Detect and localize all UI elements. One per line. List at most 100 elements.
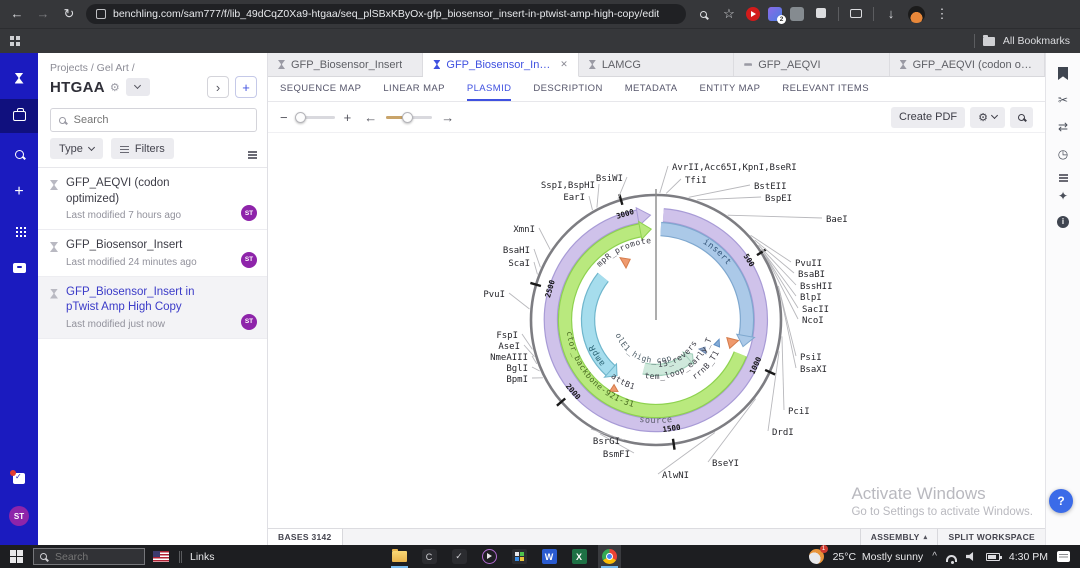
enzyme-label-BstEII[interactable]: BstEII — [754, 182, 787, 192]
feature-arrow-primer-right[interactable] — [726, 336, 740, 350]
type-dropdown[interactable]: Type — [50, 138, 103, 159]
sparkle-icon[interactable]: ✦ — [1058, 189, 1068, 203]
excel-button[interactable]: X — [571, 548, 588, 565]
file-title[interactable]: GFP_AEQVI (codon optimized) — [66, 176, 214, 207]
plasmid-map[interactable]: sourceinsertvector_backbone-921-3142ampR… — [268, 133, 1045, 528]
enzyme-label-AseI[interactable]: AseI — [498, 342, 520, 352]
document-tab-2[interactable]: GFP_Biosensor_Insert in pT... ✕ — [423, 53, 579, 77]
weather-icon[interactable] — [808, 545, 828, 564]
chrome-button[interactable] — [600, 548, 618, 568]
zoom-in-icon[interactable]: + — [344, 110, 352, 125]
enzyme-label-AvrII,Acc65I,KpnI,BseRI[interactable]: AvrII,Acc65I,KpnI,BseRI — [672, 163, 797, 173]
word-button[interactable]: W — [541, 548, 558, 565]
nav-tasks-button[interactable] — [0, 461, 38, 495]
enzyme-label-BglI[interactable]: BglI — [506, 364, 528, 374]
ms-store-button[interactable] — [511, 548, 528, 565]
enzyme-label-SacII[interactable]: SacII — [802, 305, 829, 315]
create-pdf-button[interactable]: Create PDF — [891, 106, 966, 128]
rotate-slider[interactable] — [386, 111, 433, 123]
view-tab-linear-map[interactable]: LINEAR MAP — [383, 77, 445, 101]
user-avatar[interactable]: ST — [0, 499, 38, 533]
document-tab-1[interactable]: GFP_Biosensor_Insert — [268, 53, 424, 76]
enzyme-label-PvuII[interactable]: PvuII — [795, 259, 822, 269]
wifi-icon[interactable] — [945, 555, 957, 564]
enzyme-label-BlpI[interactable]: BlpI — [800, 293, 822, 303]
zoom-out-icon[interactable]: − — [280, 110, 288, 125]
enzyme-label-BpmI[interactable]: BpmI — [506, 375, 528, 385]
file-title[interactable]: GFP_Biosensor_Insert — [66, 238, 214, 254]
rotate-right-icon[interactable]: → — [441, 110, 454, 125]
benchling-logo[interactable] — [0, 61, 38, 95]
extension-youtube-icon[interactable] — [746, 7, 760, 21]
enzyme-label-PciI[interactable]: PciI — [788, 407, 810, 417]
rotate-left-icon[interactable]: ← — [364, 110, 377, 125]
view-tab-metadata[interactable]: METADATA — [625, 77, 678, 101]
feature-arrow-primer-top-left[interactable] — [619, 256, 631, 270]
site-settings-icon[interactable] — [96, 9, 106, 19]
swap-arrows-icon[interactable]: ⇄ — [1058, 120, 1068, 134]
enzyme-label-NcoI[interactable]: NcoI — [802, 316, 824, 326]
collapse-panel-button[interactable]: › — [207, 76, 229, 98]
reload-icon[interactable]: ↻ — [60, 5, 78, 23]
enzyme-label-BsaXI[interactable]: BsaXI — [800, 365, 827, 375]
enzyme-label-DrdI[interactable]: DrdI — [772, 428, 794, 438]
enzyme-label-ScaI[interactable]: ScaI — [508, 259, 530, 269]
help-button[interactable]: ? — [1049, 489, 1073, 513]
document-tab-3[interactable]: LAMCG — [579, 53, 735, 76]
enzyme-label-FspI[interactable]: FspI — [496, 331, 518, 341]
file-title[interactable]: GFP_Biosensor_Insert in pTwist Amp High … — [66, 285, 214, 316]
tab-capture-icon[interactable] — [847, 5, 865, 23]
enzyme-label-BsaHI[interactable]: BsaHI — [503, 246, 530, 256]
enzyme-label-EarI[interactable]: EarI — [563, 193, 585, 203]
bookmark-star-icon[interactable]: ☆ — [720, 5, 738, 23]
enzyme-label-SspI,BspHI[interactable]: SspI,BspHI — [541, 181, 595, 191]
extension-2-icon[interactable] — [790, 7, 804, 21]
weather-text[interactable]: 25°C Mostly sunny — [833, 551, 924, 563]
view-tab-entity-map[interactable]: ENTITY MAP — [700, 77, 761, 101]
file-list-item-2[interactable]: GFP_Biosensor_Insert Last modified 24 min… — [38, 230, 267, 277]
map-settings-button[interactable]: ⚙ — [970, 106, 1005, 128]
all-bookmarks-button[interactable]: All Bookmarks — [1003, 35, 1070, 47]
filters-button[interactable]: Filters — [110, 138, 174, 159]
view-tab-plasmid[interactable]: PLASMID — [466, 77, 512, 101]
scissors-icon[interactable]: ✂ — [1058, 93, 1068, 107]
media-player-button[interactable] — [481, 548, 498, 565]
forward-icon[interactable]: → — [34, 5, 52, 23]
notification-center-icon[interactable] — [1057, 551, 1070, 562]
bookmark-icon[interactable] — [1058, 67, 1068, 80]
panel-search[interactable] — [50, 108, 257, 132]
enzyme-label-BseYI[interactable]: BseYI — [712, 459, 739, 469]
back-icon[interactable]: ← — [8, 5, 26, 23]
address-bar[interactable]: benchling.com/sam777/f/lib_49dCqZ0Xa9-ht… — [86, 4, 686, 24]
taskbar-search-input[interactable] — [53, 549, 123, 564]
menu-kebab-icon[interactable]: ⋮ — [933, 5, 951, 23]
view-tab-relevant-items[interactable]: RELEVANT ITEMS — [782, 77, 869, 101]
close-tab-icon[interactable]: ✕ — [560, 59, 568, 70]
nav-search-button[interactable] — [0, 137, 38, 171]
nav-projects-button[interactable] — [0, 99, 38, 133]
enzyme-label-BsrGI[interactable]: BsrGI — [593, 437, 620, 447]
nav-inventory-button[interactable] — [0, 251, 38, 285]
view-tab-sequence-map[interactable]: SEQUENCE MAP — [280, 77, 361, 101]
enzyme-label-PsiI[interactable]: PsiI — [800, 353, 822, 363]
app-c-button[interactable]: C — [421, 548, 438, 565]
gear-icon[interactable]: ⚙ — [110, 81, 120, 94]
downloads-icon[interactable]: ↓ — [882, 5, 900, 23]
taskbar-search[interactable] — [33, 548, 145, 565]
start-button[interactable] — [10, 550, 23, 563]
find-button[interactable] — [1010, 106, 1033, 128]
split-workspace-button[interactable]: SPLIT WORKSPACE — [937, 529, 1045, 545]
enzyme-label-NmeAIII[interactable]: NmeAIII — [490, 353, 528, 363]
nav-create-button[interactable]: + — [0, 175, 38, 209]
enzyme-label-TfiI[interactable]: TfiI — [685, 176, 707, 186]
file-list-item-3[interactable]: GFP_Biosensor_Insert in pTwist Amp High … — [38, 276, 267, 339]
document-tab-4[interactable]: GFP_AEQVI — [734, 53, 890, 76]
zoom-slider[interactable] — [294, 111, 335, 123]
enzyme-label-BspEI[interactable]: BspEI — [765, 194, 792, 204]
app-media-button[interactable]: ✓ — [451, 548, 468, 565]
history-clock-icon[interactable]: ◷ — [1058, 147, 1068, 161]
file-list-item-1[interactable]: GFP_AEQVI (codon optimized) Last modified… — [38, 168, 267, 231]
apps-grid-icon[interactable] — [10, 36, 20, 46]
zoom-slider-knob[interactable] — [294, 111, 306, 123]
enzyme-label-BsaBI[interactable]: BsaBI — [798, 270, 825, 280]
